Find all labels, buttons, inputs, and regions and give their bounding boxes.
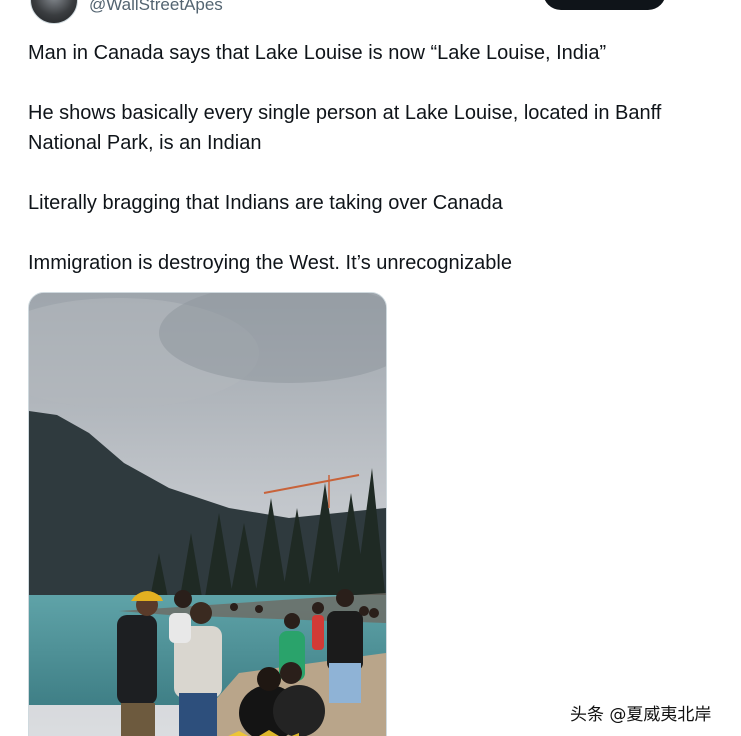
author-handle[interactable]: @WallStreetApes	[89, 0, 223, 15]
tweet-paragraph: Man in Canada says that Lake Louise is n…	[28, 42, 607, 64]
tweet-paragraph: Literally bragging that Indians are taki…	[28, 192, 503, 214]
avatar[interactable]	[30, 0, 78, 24]
tweet-media-video[interactable]	[28, 292, 387, 736]
follow-button[interactable]	[543, 0, 666, 10]
tweet-paragraph: He shows basically every single person a…	[28, 102, 662, 154]
tweet-page: @WallStreetApes Man in Canada says that …	[0, 0, 741, 736]
tweet-text: Man in Canada says that Lake Louise is n…	[28, 38, 728, 308]
tweet-paragraph: Immigration is destroying the West. It’s…	[28, 252, 512, 274]
video-frame	[29, 293, 386, 736]
source-watermark: 头条 @夏威夷北岸	[570, 705, 712, 725]
